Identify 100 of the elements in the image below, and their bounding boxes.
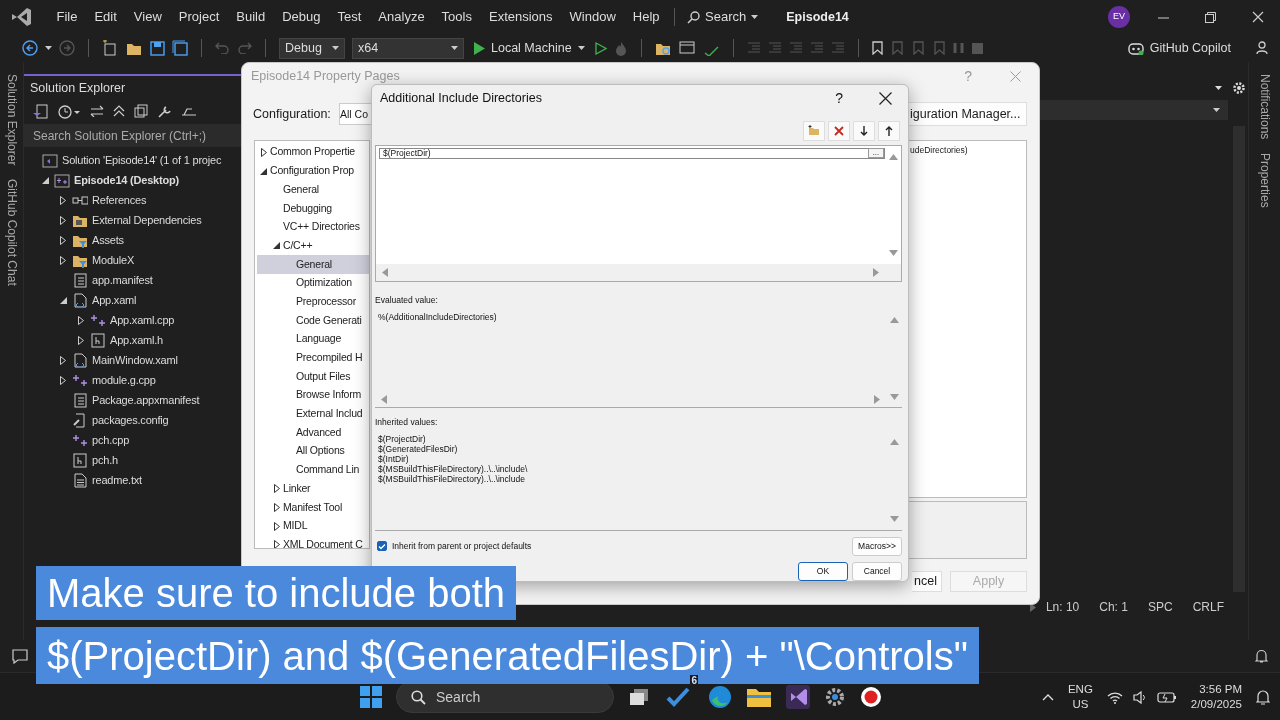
- start-without-debugging-icon[interactable]: [594, 41, 607, 55]
- menu-item[interactable]: Debug: [273, 7, 329, 27]
- expand-arrow-icon[interactable]: [273, 484, 280, 494]
- menu-item[interactable]: Project: [170, 7, 228, 27]
- configuration-dropdown[interactable]: Debug: [279, 37, 345, 59]
- tree-item[interactable]: General: [257, 180, 369, 200]
- chevron-up-icon[interactable]: [1041, 693, 1054, 701]
- tree-item[interactable]: pch.cpp: [92, 431, 130, 449]
- tree-item[interactable]: Episode14 (Desktop): [74, 171, 179, 189]
- notification-icon[interactable]: [1256, 689, 1270, 705]
- history-icon[interactable]: [57, 103, 81, 119]
- tree-item[interactable]: Manifest Tool: [283, 499, 343, 516]
- search-button[interactable]: Search: [681, 7, 765, 27]
- run-button[interactable]: Local Machine: [471, 38, 588, 58]
- menu-item[interactable]: Build: [227, 7, 274, 27]
- tree-item[interactable]: App.xaml.cpp: [110, 311, 175, 329]
- tree-item[interactable]: VC++ Directories: [257, 217, 369, 237]
- tree-item[interactable]: Output Files: [257, 367, 369, 386]
- whitespace-indicator[interactable]: SPC: [1137, 598, 1183, 616]
- volume-icon[interactable]: [1132, 690, 1147, 704]
- tree-item[interactable]: Code Generati: [257, 311, 369, 330]
- expand-arrow-icon[interactable]: [273, 502, 280, 512]
- preview-icon[interactable]: [181, 105, 197, 117]
- account-avatar[interactable]: EV: [1108, 6, 1130, 28]
- line-ending-indicator[interactable]: CRLF: [1182, 598, 1248, 616]
- new-item-icon[interactable]: [102, 40, 119, 56]
- menu-item[interactable]: View: [125, 7, 171, 27]
- move-down-button[interactable]: [853, 120, 875, 141]
- tree-item[interactable]: Browse Inform: [257, 385, 369, 405]
- collapse-arrow-icon[interactable]: [273, 242, 280, 250]
- checkbox[interactable]: [377, 541, 387, 552]
- task-view-icon[interactable]: [628, 687, 650, 707]
- sync-icon[interactable]: [90, 105, 104, 117]
- menu-item[interactable]: Help: [624, 7, 669, 27]
- settings-icon[interactable]: [1232, 81, 1246, 95]
- collapse-arrow-icon[interactable]: [59, 296, 67, 304]
- move-up-button[interactable]: [878, 120, 900, 141]
- wifi-icon[interactable]: [1106, 690, 1123, 704]
- copilot-button[interactable]: GitHub Copilot: [1121, 37, 1237, 59]
- tree-item[interactable]: app.manifest: [92, 271, 153, 289]
- language-indicator[interactable]: ENG US: [1063, 682, 1097, 712]
- tree-item[interactable]: XML Document C: [283, 536, 363, 548]
- tree-item[interactable]: Assets: [92, 231, 124, 249]
- expand-arrow-icon[interactable]: [273, 521, 280, 531]
- side-tab[interactable]: Notifications: [1255, 74, 1274, 140]
- person-icon[interactable]: [1256, 41, 1270, 55]
- copy-icon[interactable]: [134, 104, 148, 118]
- tree-item[interactable]: General: [257, 255, 369, 274]
- platform-dropdown[interactable]: x64: [352, 37, 464, 59]
- window-layout-icon[interactable]: [678, 40, 696, 56]
- restore-icon[interactable]: [1205, 11, 1216, 23]
- notification-bell-icon[interactable]: [1255, 649, 1268, 663]
- settings-icon[interactable]: [824, 686, 846, 708]
- line-number[interactable]: Ln: 10: [1035, 598, 1090, 616]
- save-icon[interactable]: [150, 40, 165, 56]
- wrench-icon[interactable]: [157, 103, 172, 119]
- tree-item[interactable]: Command Lin: [257, 460, 369, 480]
- tree-item[interactable]: External Includ: [257, 404, 369, 424]
- scroll-down-icon[interactable]: [888, 250, 898, 257]
- battery-icon[interactable]: [1156, 691, 1177, 703]
- chat-icon[interactable]: [12, 648, 28, 664]
- tree-item[interactable]: Language: [257, 329, 369, 349]
- expand-arrow-icon[interactable]: [273, 540, 280, 548]
- tree-item[interactable]: MIDL: [283, 518, 308, 534]
- tree-item[interactable]: Configuration Prop: [270, 163, 354, 179]
- scroll-up-icon[interactable]: [888, 153, 898, 160]
- expand-arrow-icon[interactable]: [260, 147, 267, 157]
- side-tab[interactable]: Solution Explorer: [2, 74, 21, 166]
- clock[interactable]: 3:56 PM 2/09/2025: [1186, 682, 1246, 712]
- save-all-icon[interactable]: [172, 40, 188, 56]
- collapse-all-icon[interactable]: [113, 105, 125, 117]
- tree-item[interactable]: readme.txt: [92, 471, 142, 489]
- tree-item[interactable]: MainWindow.xaml: [92, 351, 178, 369]
- tree-item[interactable]: Optimization: [257, 273, 369, 293]
- back-icon[interactable]: [22, 40, 38, 56]
- start-icon[interactable]: [360, 686, 382, 708]
- macros-button[interactable]: Macros>>: [852, 537, 902, 556]
- record-icon[interactable]: [860, 686, 882, 708]
- checkmark-app-icon[interactable]: [666, 686, 692, 708]
- side-tab[interactable]: Properties: [1255, 153, 1274, 209]
- tree-item[interactable]: All Options: [257, 442, 369, 461]
- tree-item[interactable]: Linker: [283, 480, 311, 497]
- file-explorer-icon[interactable]: [746, 686, 772, 708]
- menu-item[interactable]: Test: [329, 7, 370, 27]
- ok-button[interactable]: OK: [798, 562, 848, 581]
- browser-icon[interactable]: [708, 685, 732, 709]
- tree-item[interactable]: Package.appxmanifest: [92, 391, 200, 409]
- tree-item[interactable]: References: [92, 191, 147, 209]
- tree-item[interactable]: Common Propertie: [270, 144, 355, 161]
- menu-item[interactable]: Analyze: [369, 7, 434, 27]
- bookmark-icon[interactable]: [871, 41, 883, 55]
- menu-item[interactable]: File: [48, 7, 86, 27]
- cancel-button[interactable]: ncel: [912, 571, 942, 592]
- tree-item[interactable]: Preprocessor: [257, 292, 369, 312]
- collapse-arrow-icon[interactable]: [260, 167, 267, 175]
- column-number[interactable]: Ch: 1: [1089, 598, 1138, 616]
- collapse-arrow-icon[interactable]: [41, 176, 49, 184]
- side-tab[interactable]: GitHub Copilot Chat: [2, 179, 21, 287]
- cancel-button[interactable]: Cancel: [852, 562, 902, 581]
- tree-item[interactable]: ModuleX: [92, 251, 134, 269]
